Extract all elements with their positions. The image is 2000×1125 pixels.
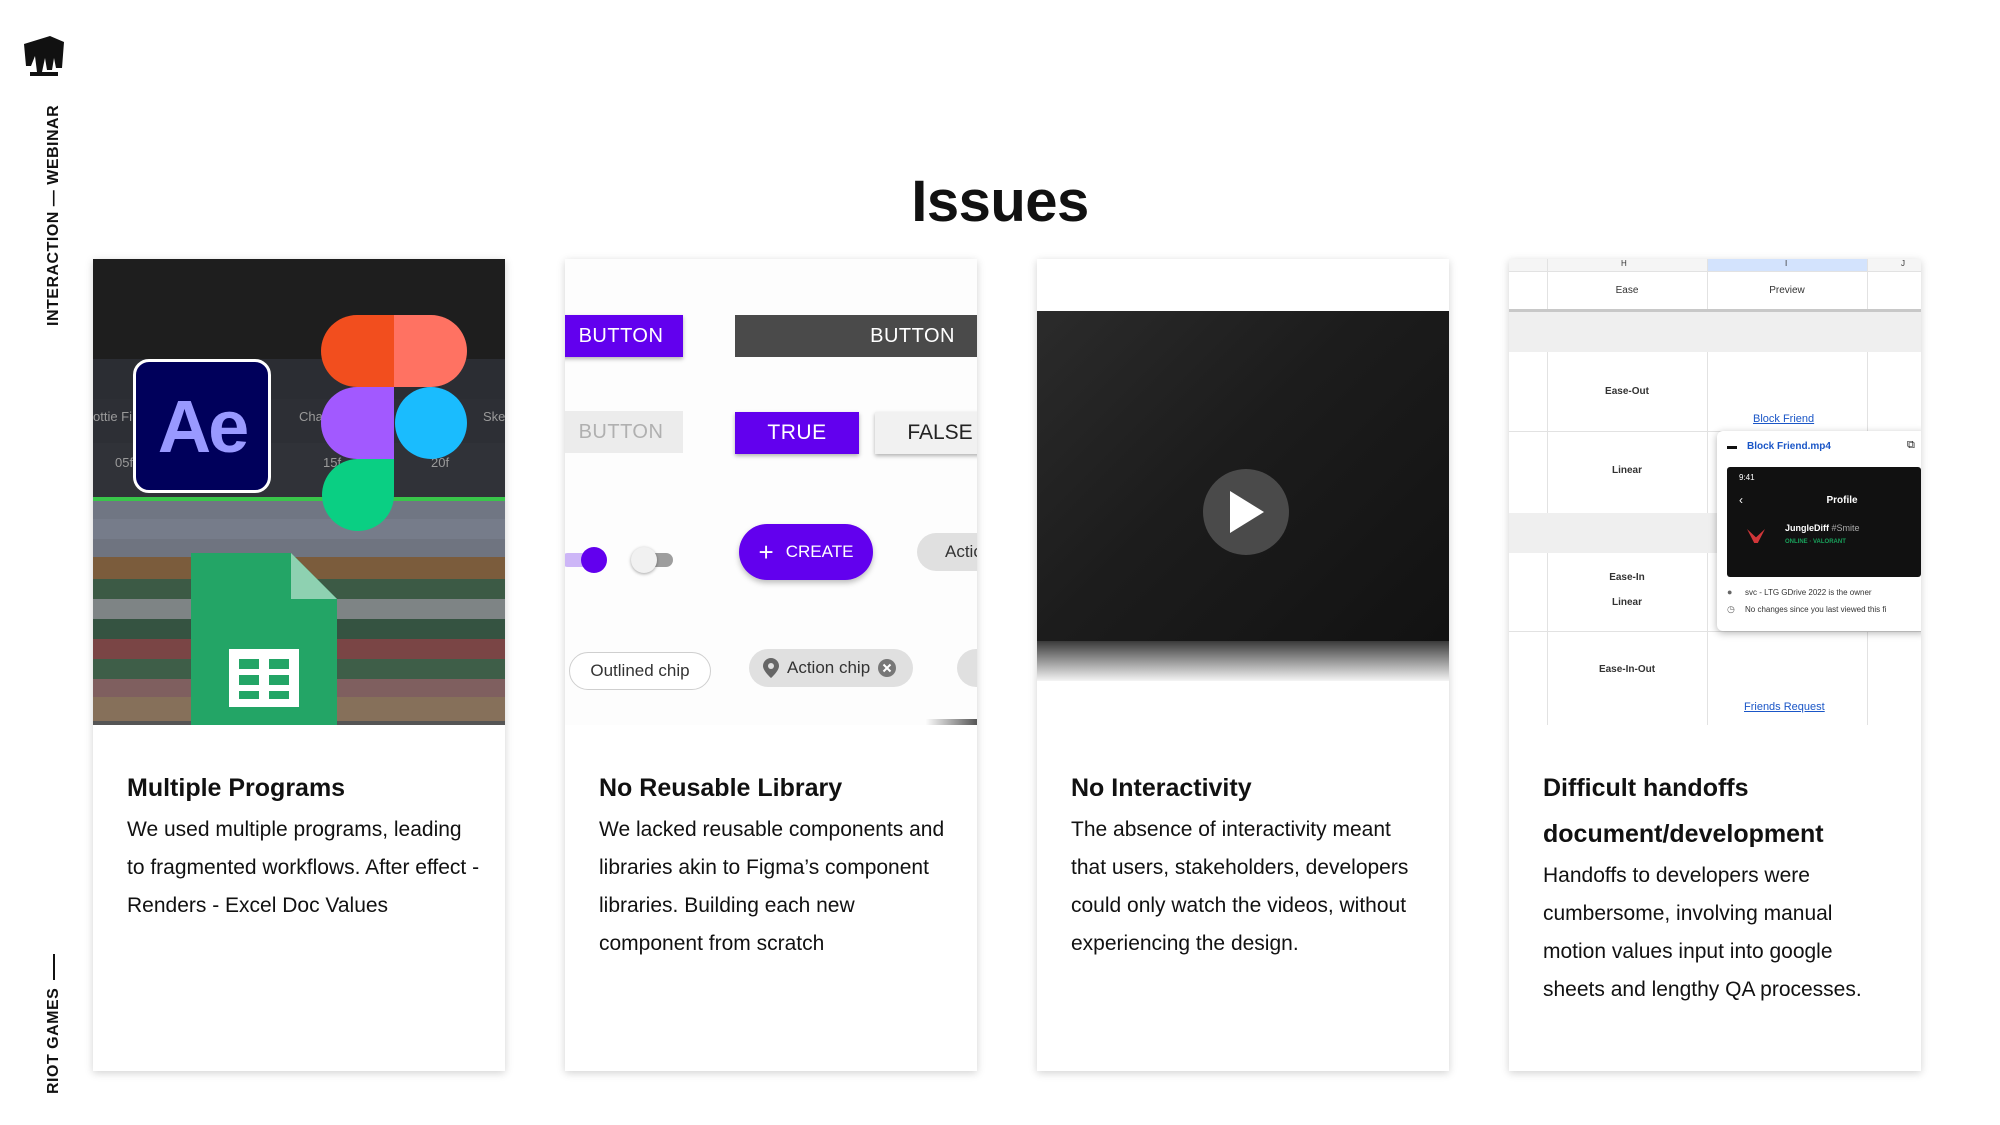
issue-card-difficult-handoffs: H I J Ease Preview Ease-Out Linear Ease-… <box>1509 259 1921 1071</box>
timeline-layer-label: ottie Fi <box>93 409 133 424</box>
close-circle-icon <box>878 659 897 677</box>
false-toggle-sample: FALSE <box>875 412 977 454</box>
group-row <box>1509 312 1921 352</box>
timeline-layer-label: Ske <box>483 409 505 424</box>
video-file-icon: ▬ <box>1727 441 1737 452</box>
phone-status: ONLINE · VALORANT <box>1785 539 1846 545</box>
card-description: We used multiple programs, leading to fr… <box>127 818 480 917</box>
owner-note: svc - LTG GDrive 2022 is the owner <box>1745 588 1872 597</box>
switch-on-knob <box>581 547 607 573</box>
video-frame: 03:47 / 10:00 HD <box>1037 311 1449 687</box>
plus-icon: + <box>758 537 774 567</box>
play-button <box>1203 469 1289 555</box>
edge-shadow <box>925 719 977 725</box>
file-preview-popup: ▬ Block Friend.mp4 ⧉ 9:41 ‹ Profile Jung… <box>1717 431 1921 631</box>
card-description: The absence of interactivity meant that … <box>1071 818 1409 955</box>
play-icon <box>1230 491 1264 533</box>
page-title: Issues <box>911 169 1089 234</box>
outlined-chip-sample: Outlined chip <box>569 652 711 690</box>
card-title: Difficult handoffs document/development <box>1543 774 1824 848</box>
phone-username: JungleDiff #Smite <box>1785 523 1860 533</box>
rail-divider <box>53 953 55 980</box>
ease-cell: Ease-Out <box>1605 386 1649 397</box>
copy-icon: ⧉ <box>1907 439 1915 451</box>
dark-button-sample: BUTTON <box>735 315 977 357</box>
column-letter: I <box>1785 259 1788 268</box>
preview-link: Friends Request <box>1744 701 1825 713</box>
rail-company-label: RIOT GAMES <box>45 953 63 1094</box>
switch-off-knob <box>631 547 657 573</box>
disabled-button-sample: BUTTON <box>565 411 683 453</box>
action-chip-partial: Actio <box>917 533 977 571</box>
popup-filename: Block Friend.mp4 <box>1747 441 1831 452</box>
after-effects-icon: Ae <box>133 359 271 493</box>
phone-title: Profile <box>1826 495 1858 506</box>
programs-collage: ottie Fi Cha Ske 05f 15f 20f Ae <box>93 259 505 725</box>
issue-card-multiple-programs: ottie Fi Cha Ske 05f 15f 20f Ae Multiple… <box>93 259 505 1071</box>
person-icon: ● <box>1727 587 1733 597</box>
card-title: No Reusable Library <box>599 774 843 802</box>
video-shadow <box>1037 641 1449 681</box>
video-player-sample: 03:47 / 10:00 HD <box>1037 259 1449 725</box>
preview-link: Block Friend <box>1753 413 1815 425</box>
location-pin-icon <box>763 658 779 678</box>
ease-cell: Ease-In <box>1609 572 1645 583</box>
changes-note: No changes since you last viewed this fi <box>1745 605 1887 614</box>
phone-time: 9:41 <box>1739 473 1755 482</box>
card-title: No Interactivity <box>1071 774 1252 802</box>
issue-card-no-interactivity: 03:47 / 10:00 HD No Interactivity The ab… <box>1037 259 1449 1071</box>
card-description: Handoffs to developers were cumbersome, … <box>1543 864 1862 1001</box>
ease-cell: Ease-In-Out <box>1598 664 1656 675</box>
card-title: Multiple Programs <box>127 774 346 802</box>
ease-cell: Linear <box>1611 597 1642 608</box>
chip-partial <box>957 649 977 687</box>
avatar <box>1747 529 1765 543</box>
true-toggle-sample: TRUE <box>735 412 859 454</box>
figma-icon <box>321 315 467 531</box>
column-letter: J <box>1901 259 1905 268</box>
issue-card-no-reusable-library: BUTTON BUTTON BUTTON TRUE FALSE + CREATE… <box>565 259 977 1071</box>
google-sheets-icon <box>191 553 337 725</box>
spreadsheet-sample: H I J Ease Preview Ease-Out Linear Ease-… <box>1509 259 1921 725</box>
column-header-preview: Preview <box>1769 285 1805 296</box>
riot-games-fist-icon <box>24 36 64 76</box>
ease-cell: Linear <box>1611 465 1642 476</box>
timeline-layer-label: Cha <box>299 409 323 424</box>
action-chip-sample: Action chip <box>749 649 913 687</box>
timeline-tick: 05f <box>115 455 134 470</box>
clock-icon: ◷ <box>1727 604 1735 614</box>
card-description: We lacked reusable components and librar… <box>599 818 945 955</box>
video-thumbnail: 9:41 ‹ Profile JungleDiff #Smite ONLINE … <box>1727 467 1921 577</box>
create-fab-sample: + CREATE <box>739 524 873 580</box>
column-header-ease: Ease <box>1615 285 1639 296</box>
primary-button-sample: BUTTON <box>565 315 683 357</box>
component-samples: BUTTON BUTTON BUTTON TRUE FALSE + CREATE… <box>565 259 977 725</box>
